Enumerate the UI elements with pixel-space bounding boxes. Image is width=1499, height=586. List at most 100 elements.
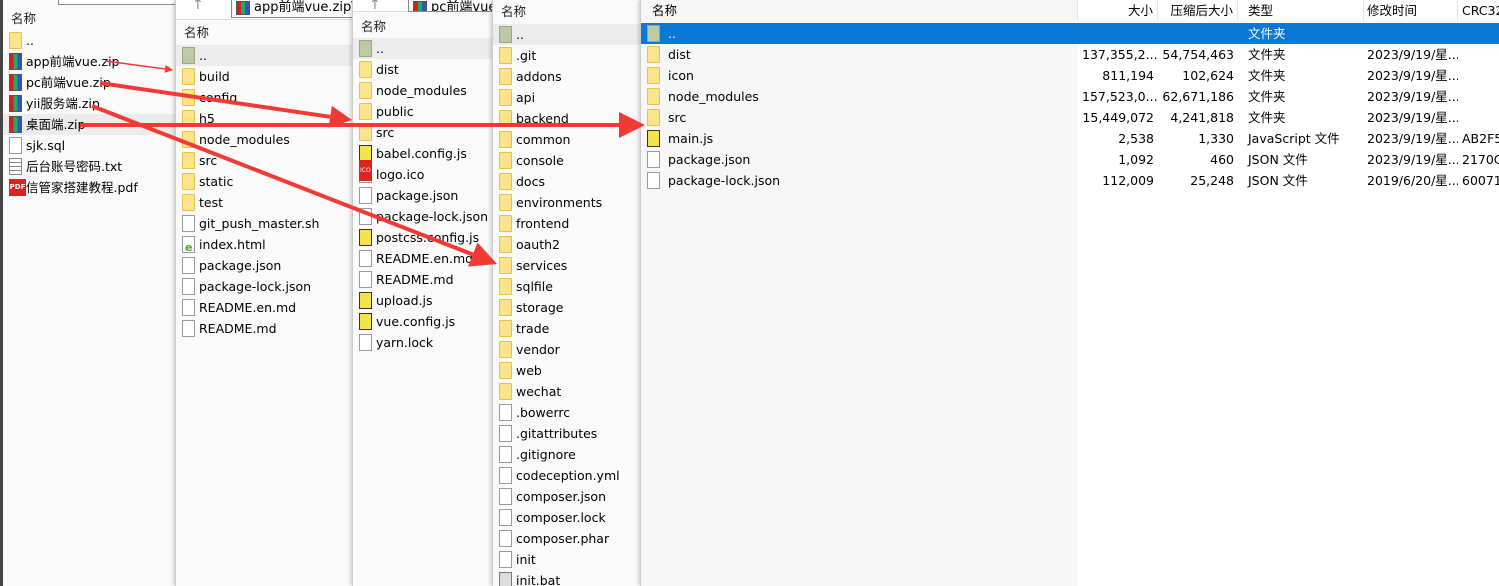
item-name: console [516, 153, 564, 168]
table-row[interactable]: src 15,449,072 4,241,818 文件夹 2023/9/19/星... [641, 107, 1499, 128]
list-item[interactable]: build [176, 66, 353, 87]
up-arrow-icon[interactable]: ↑ [192, 0, 204, 13]
list-item[interactable]: static [176, 171, 353, 192]
list-item[interactable]: package.json [176, 255, 353, 276]
list-item[interactable]: .. [176, 45, 353, 66]
list-item[interactable]: app前端vue.zip [3, 51, 176, 72]
list-item[interactable]: README.md [353, 269, 493, 290]
table-row[interactable]: package-lock.json 112,009 25,248 JSON 文件 201… [641, 170, 1499, 191]
list-item[interactable]: oauth2 [493, 234, 641, 255]
list-item[interactable]: .. [353, 38, 493, 59]
list-item[interactable]: package.json [353, 185, 493, 206]
list-item[interactable]: README.md [176, 318, 353, 339]
list-item[interactable]: .git [493, 45, 641, 66]
folder-icon [499, 152, 512, 169]
table-row[interactable]: icon 811,194 102,624 文件夹 2023/9/19/星... [641, 65, 1499, 86]
list-item[interactable]: docs [493, 171, 641, 192]
list-item[interactable]: sqlfile [493, 276, 641, 297]
list-item[interactable]: console [493, 150, 641, 171]
column-header[interactable]: 压缩后大小 [1158, 0, 1238, 21]
list-item[interactable]: README.en.md [353, 248, 493, 269]
list-item[interactable]: wechat [493, 381, 641, 402]
list-item[interactable]: dist [353, 59, 493, 80]
list-item[interactable]: pc前端vue.zip [3, 72, 176, 93]
list-item[interactable]: test [176, 192, 353, 213]
list-item[interactable]: web [493, 360, 641, 381]
item-name: postcss.config.js [376, 230, 480, 245]
item-name: vendor [516, 342, 560, 357]
column-header-name[interactable]: 名称 [353, 16, 493, 38]
list-item[interactable]: postcss.config.js [353, 227, 493, 248]
list-item[interactable]: composer.lock [493, 507, 641, 528]
list-item[interactable]: codeception.yml [493, 465, 641, 486]
list-item[interactable]: src [176, 150, 353, 171]
list-item[interactable]: yarn.lock [353, 332, 493, 353]
column-header[interactable]: 类型 [1244, 0, 1364, 21]
list-item[interactable]: backend [493, 108, 641, 129]
list-item[interactable]: 后台账号密码.txt [3, 156, 176, 177]
list-item[interactable]: public [353, 101, 493, 122]
item-name: .bowerrc [516, 405, 571, 420]
list-item[interactable]: h5 [176, 108, 353, 129]
list-item[interactable]: config [176, 87, 353, 108]
list-item[interactable]: package-lock.json [176, 276, 353, 297]
list-item[interactable]: init.bat [493, 570, 641, 586]
list-item[interactable]: .gitattributes [493, 423, 641, 444]
folder-icon [499, 68, 512, 85]
folder-icon [359, 61, 372, 78]
list-item[interactable]: sjk.sql [3, 135, 176, 156]
item-name: composer.lock [516, 510, 606, 525]
list-item[interactable]: index.html [176, 234, 353, 258]
list-item[interactable]: git_push_master.sh [176, 213, 353, 234]
list-item[interactable]: logo.ico [353, 160, 493, 185]
list-item[interactable]: .bowerrc [493, 402, 641, 423]
table-row[interactable]: dist 137,355,2... 54,754,463 文件夹 2023/9/19/星… [641, 44, 1499, 65]
column-header-name[interactable]: 名称 [3, 8, 176, 30]
address-field[interactable]: pc前端vue [408, 0, 493, 12]
list-item[interactable]: storage [493, 297, 641, 318]
table-row[interactable]: package.json 1,092 460 JSON 文件 2023/9/19/星..… [641, 149, 1499, 170]
table-row[interactable]: main.js 2,538 1,330 JavaScript 文件 2023/9/19/… [641, 128, 1499, 149]
list-item[interactable]: .gitignore [493, 444, 641, 465]
column-header[interactable]: CRC32 [1458, 0, 1499, 21]
address-text: app前端vue.zip\a [254, 0, 353, 15]
item-name: src [199, 153, 218, 168]
list-item[interactable]: 桌面端.zip [3, 114, 176, 135]
list-item[interactable]: addons [493, 66, 641, 87]
list-item[interactable]: frontend [493, 213, 641, 234]
list-item[interactable]: node_modules [176, 129, 353, 150]
zip-icon [9, 74, 22, 91]
list-item[interactable]: babel.config.js [353, 143, 493, 164]
list-item[interactable]: yii服务端.zip [3, 93, 176, 114]
list-item[interactable]: composer.json [493, 486, 641, 507]
list-item[interactable]: composer.phar [493, 528, 641, 549]
list-item[interactable]: src [353, 122, 493, 143]
column-header-name[interactable]: 名称 [493, 1, 641, 23]
list-item[interactable]: services [493, 255, 641, 276]
column-header[interactable]: 名称 [648, 0, 1078, 21]
column-header[interactable]: 大小 [1078, 0, 1158, 21]
list-item[interactable]: vue.config.js [353, 311, 493, 332]
table-row[interactable]: node_modules 157,523,0... 62,671,186 文件夹 202… [641, 86, 1499, 107]
file-icon [182, 320, 195, 337]
list-item[interactable]: node_modules [353, 80, 493, 101]
yii-server-panel: 名称.. .git addons api backend common console doc… [492, 0, 641, 586]
item-name: package-lock.json [199, 279, 312, 294]
list-item[interactable]: .. [3, 30, 176, 51]
list-item[interactable]: README.en.md [176, 297, 353, 318]
list-item[interactable]: common [493, 129, 641, 150]
list-item[interactable]: upload.js [353, 290, 493, 311]
column-header[interactable]: 修改时间 [1363, 0, 1458, 21]
table-row[interactable]: .. 文件夹 [641, 23, 1499, 44]
list-item[interactable]: init [493, 549, 641, 570]
list-item[interactable]: PDF 信管家搭建教程.pdf [3, 177, 176, 198]
up-arrow-icon[interactable]: ↑ [369, 0, 381, 13]
address-field[interactable]: app前端vue.zip\a [231, 0, 353, 18]
list-item[interactable]: api [493, 87, 641, 108]
list-item[interactable]: .. [493, 24, 641, 45]
list-item[interactable]: trade [493, 318, 641, 339]
list-item[interactable]: package-lock.json [353, 206, 493, 227]
list-item[interactable]: environments [493, 192, 641, 213]
column-header-name[interactable]: 名称 [176, 22, 353, 44]
list-item[interactable]: vendor [493, 339, 641, 360]
